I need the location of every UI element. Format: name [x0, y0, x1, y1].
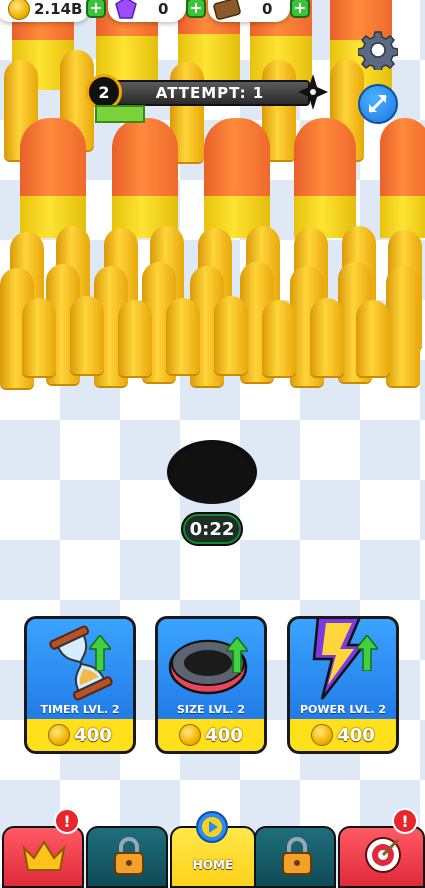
- nav-target-button[interactable]: [338, 826, 425, 888]
- settings-gear-icon[interactable]: [358, 30, 398, 70]
- upgrade-arrow-icon: [226, 637, 248, 673]
- bullet-object: [386, 266, 420, 386]
- shell-object: [20, 118, 86, 238]
- expand-button[interactable]: [358, 84, 398, 124]
- gem-value: 0: [158, 0, 169, 18]
- upgrade-price: 400: [158, 719, 264, 751]
- coin-icon: [179, 724, 202, 746]
- gem-icon: [115, 0, 137, 19]
- shell-object: [380, 118, 425, 238]
- padlock-icon: [282, 837, 312, 875]
- alert-mark: !: [401, 811, 409, 831]
- expand-arrows-icon: [369, 95, 387, 113]
- price-value: 400: [74, 724, 112, 746]
- gem-counter: 0: [108, 0, 186, 22]
- coin-value: 2.14B: [34, 0, 83, 18]
- level-number: 2: [98, 82, 110, 102]
- shell-object: [112, 118, 178, 238]
- add-coins-button[interactable]: +: [86, 0, 106, 18]
- attempt-label: ATTEMPT: 1: [155, 84, 265, 102]
- upgrade-arrow-icon: [89, 635, 111, 671]
- upgrade-title: TIMER LVL. 2: [40, 703, 120, 716]
- bullet-object: [214, 296, 248, 374]
- home-label: HOME: [192, 858, 234, 872]
- shuriken-icon: [298, 74, 328, 110]
- upgrade-card-timer[interactable]: TIMER LVL. 2 400: [24, 616, 136, 754]
- target-icon: [365, 837, 401, 873]
- upgrade-card-size[interactable]: SIZE LVL. 2 400: [155, 616, 267, 754]
- bullet-object: [166, 298, 200, 374]
- shell-object: [204, 118, 270, 238]
- shell-object: [294, 118, 356, 238]
- timer-text: 0:22: [185, 516, 239, 542]
- bullet-object: [22, 298, 56, 376]
- upgrade-price: 400: [27, 719, 133, 751]
- ticket-value: 0: [262, 0, 273, 18]
- bullet-object: [262, 300, 296, 376]
- coin-icon: [311, 724, 334, 746]
- bullet-object: [118, 300, 152, 376]
- coin-icon: [8, 0, 30, 20]
- attempt-bar: ATTEMPT: 1: [110, 80, 310, 106]
- coin-icon: [48, 724, 71, 746]
- play-icon[interactable]: [195, 810, 229, 844]
- crown-icon: [22, 840, 66, 871]
- ticket-icon: [213, 0, 241, 20]
- bullet-object: [70, 296, 104, 374]
- padlock-icon: [114, 837, 144, 875]
- upgrade-card-power[interactable]: POWER LVL. 2 400: [287, 616, 399, 754]
- nav-locked-button[interactable]: [254, 826, 336, 888]
- price-value: 400: [337, 724, 375, 746]
- bullet-object: [310, 298, 344, 376]
- upgrade-title: POWER LVL. 2: [299, 703, 387, 716]
- player-hole[interactable]: [167, 440, 257, 504]
- add-tickets-button[interactable]: +: [290, 0, 310, 18]
- alert-mark: !: [63, 811, 71, 831]
- round-timer: 0:22: [181, 512, 243, 546]
- add-gems-button[interactable]: +: [186, 0, 206, 18]
- progress-marker: [95, 105, 145, 123]
- alert-badge: !: [392, 808, 418, 834]
- nav-locked-button[interactable]: [86, 826, 168, 888]
- coin-counter: 2.14B: [0, 0, 90, 22]
- upgrade-price: 400: [290, 719, 396, 751]
- upgrade-arrow-icon: [356, 635, 378, 671]
- bullet-object: [356, 300, 390, 376]
- nav-crown-button[interactable]: [2, 826, 84, 888]
- price-value: 400: [205, 724, 243, 746]
- bottom-nav: ! HOME !: [0, 808, 425, 888]
- ticket-counter: 0: [208, 0, 290, 22]
- alert-badge: !: [54, 808, 80, 834]
- upgrade-title: SIZE LVL. 2: [176, 703, 245, 716]
